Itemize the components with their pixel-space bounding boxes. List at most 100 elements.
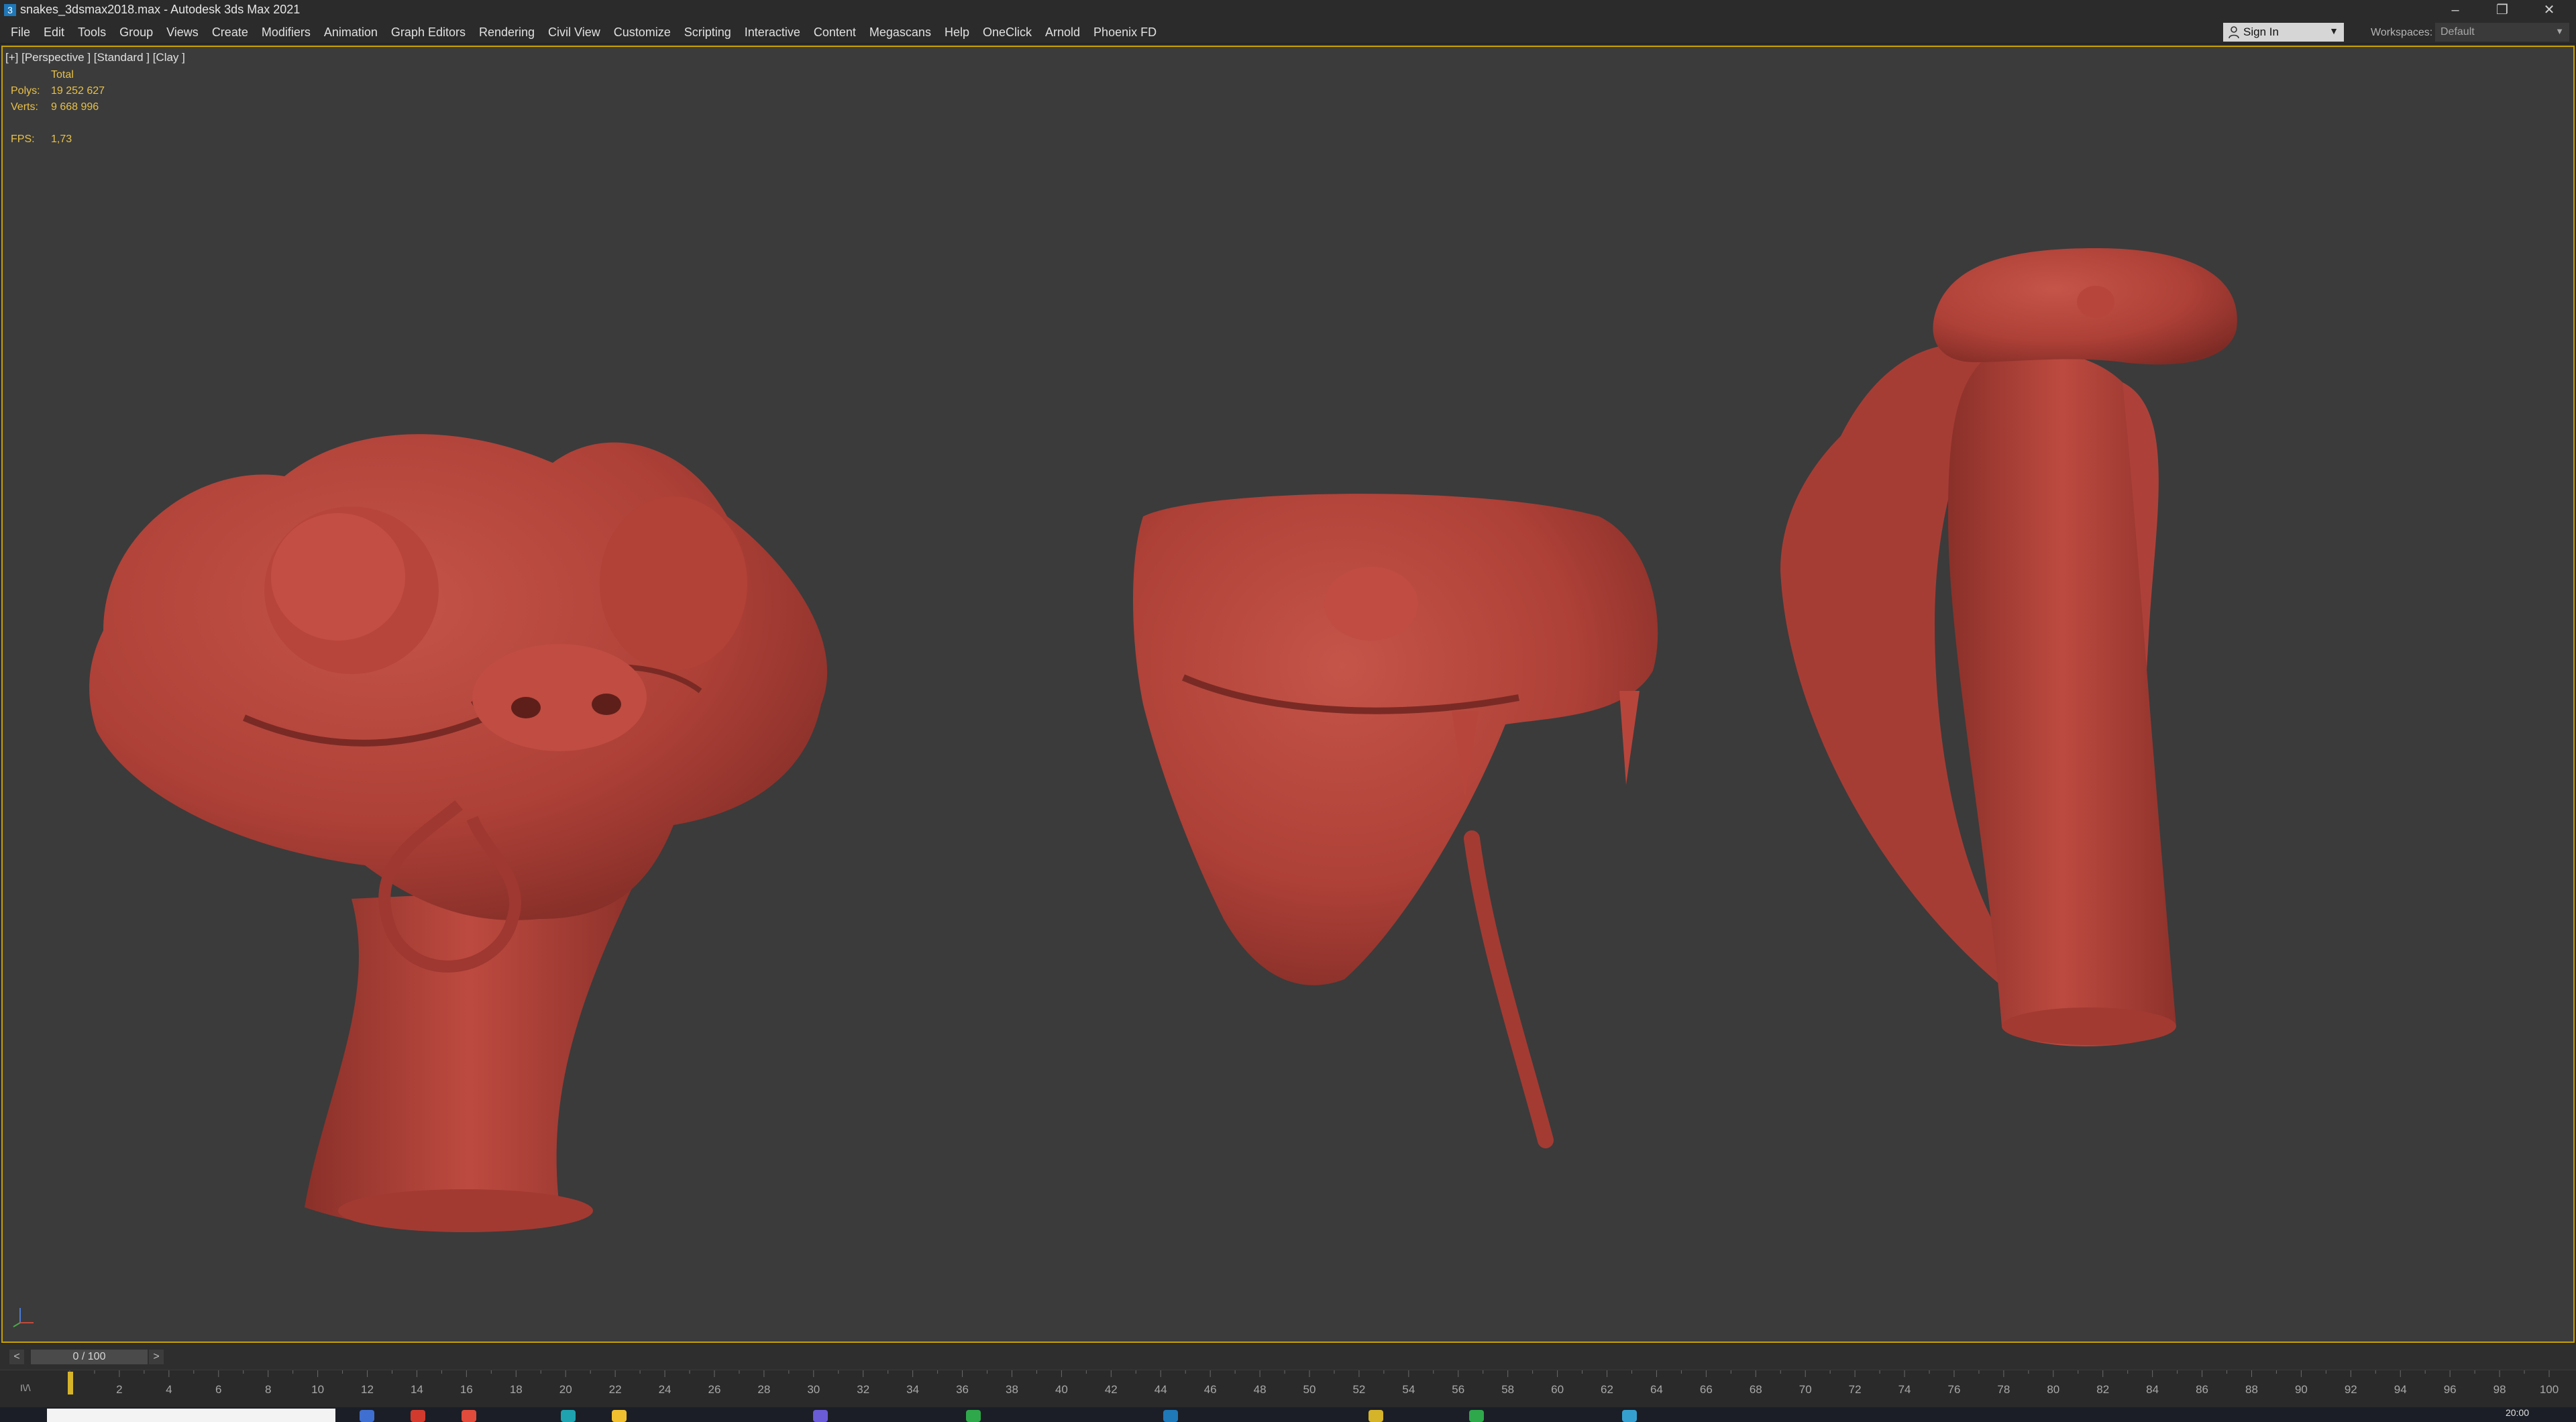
menu-interactive[interactable]: Interactive — [738, 25, 807, 40]
next-frame-button[interactable]: > — [149, 1350, 164, 1364]
timeline-tick-label: 64 — [1650, 1383, 1663, 1396]
taskbar-app-icon[interactable] — [1469, 1410, 1484, 1422]
taskbar-3dsmax-icon[interactable] — [1163, 1410, 1178, 1422]
timeline-tick-label: 8 — [265, 1383, 271, 1396]
chevron-down-icon: ▼ — [2329, 25, 2339, 36]
menu-bar: File Edit Tools Group Views Create Modifiers An… — [0, 21, 2576, 44]
timeline-tick-label: 80 — [2047, 1383, 2059, 1396]
taskbar-search-box[interactable] — [47, 1409, 335, 1422]
sign-in-label: Sign In — [2243, 25, 2279, 38]
timeline-tick-label: 16 — [460, 1383, 473, 1396]
menu-civil-view[interactable]: Civil View — [541, 25, 607, 40]
prev-frame-button[interactable]: < — [9, 1350, 24, 1364]
menu-create[interactable]: Create — [205, 25, 255, 40]
sign-in-dropdown[interactable]: Sign In ▼ — [2223, 23, 2344, 42]
timeline-tick-label: 78 — [1997, 1383, 2010, 1396]
menu-scripting[interactable]: Scripting — [678, 25, 738, 40]
cobra-snake-model[interactable] — [1780, 248, 2237, 1046]
timeline-tick-label: 14 — [411, 1383, 423, 1396]
axis-tripod-icon — [13, 1308, 34, 1327]
current-frame-marker[interactable] — [68, 1372, 73, 1394]
timeline-tick-label: 100 — [2540, 1383, 2559, 1396]
timeline-tick-label: 4 — [166, 1383, 172, 1396]
menu-animation[interactable]: Animation — [317, 25, 384, 40]
menu-views[interactable]: Views — [160, 25, 205, 40]
minimize-button[interactable]: – — [2435, 0, 2475, 21]
track-bar[interactable]: 2 4 6 8 10 12 14 16 18 20 22 24 26 28 30 32 34 36 38 40 42 44… — [0, 1370, 2576, 1408]
menu-tools[interactable]: Tools — [71, 25, 113, 40]
time-slider[interactable]: 0 / 100 — [31, 1350, 148, 1364]
user-icon — [2229, 26, 2239, 39]
verts-label: Verts: — [11, 101, 38, 113]
timeline-tick-label: 38 — [1006, 1383, 1018, 1396]
timeline-tick-label: 76 — [1947, 1383, 1960, 1396]
menu-content[interactable]: Content — [807, 25, 863, 40]
timeline-tick-label: 98 — [2493, 1383, 2506, 1396]
menu-customize[interactable]: Customize — [607, 25, 678, 40]
timeline-tick-label: 74 — [1898, 1383, 1911, 1396]
timeline-tick-label: 82 — [2096, 1383, 2109, 1396]
close-button[interactable]: ✕ — [2529, 0, 2569, 21]
app-icon: 3 — [4, 4, 16, 16]
timeline-tick-label: 68 — [1750, 1383, 1762, 1396]
menu-help[interactable]: Help — [938, 25, 976, 40]
menu-modifiers[interactable]: Modifiers — [255, 25, 317, 40]
timeline-tick-label: 20 — [559, 1383, 572, 1396]
viewport-label[interactable]: [+] [Perspective ] [Standard ] [Clay ] — [5, 51, 185, 64]
timeline-tick-label: 34 — [906, 1383, 919, 1396]
workspaces-select[interactable]: Default ▼ — [2435, 23, 2569, 42]
timeline-tick-label: 6 — [215, 1383, 221, 1396]
taskbar-app-icon[interactable] — [612, 1410, 627, 1422]
viper-snake-model[interactable] — [1133, 494, 1658, 1148]
timeline-tick-label: 46 — [1204, 1383, 1217, 1396]
windows-taskbar: 20:00 — [0, 1407, 2576, 1422]
chevron-down-icon: ▼ — [2555, 26, 2564, 36]
perspective-viewport[interactable]: [+] [Perspective ] [Standard ] [Clay ] T… — [1, 46, 2575, 1343]
timeline-tick-label: 88 — [2245, 1383, 2258, 1396]
menu-arnold[interactable]: Arnold — [1038, 25, 1087, 40]
taskbar-app-icon[interactable] — [462, 1410, 476, 1422]
menu-megascans[interactable]: Megascans — [863, 25, 938, 40]
timeline-tick-label: 86 — [2196, 1383, 2208, 1396]
timeline-tick-label: 2 — [116, 1383, 122, 1396]
timeline-tick-label: 62 — [1601, 1383, 1613, 1396]
menu-graph-editors[interactable]: Graph Editors — [384, 25, 472, 40]
menu-rendering[interactable]: Rendering — [472, 25, 541, 40]
taskbar-app-icon[interactable] — [1622, 1410, 1637, 1422]
timeline-tick-label: 58 — [1501, 1383, 1514, 1396]
timeline-tick-label: 90 — [2295, 1383, 2308, 1396]
timeline-tick-label: 70 — [1799, 1383, 1812, 1396]
polys-label: Polys: — [11, 85, 40, 97]
restore-button[interactable]: ❐ — [2482, 0, 2522, 21]
taskbar-app-icon[interactable] — [966, 1410, 981, 1422]
taskbar-app-icon[interactable] — [561, 1410, 576, 1422]
taskbar-app-icon[interactable] — [411, 1410, 425, 1422]
timeline-tick-label: 60 — [1551, 1383, 1564, 1396]
window-title: snakes_3dsmax2018.max - Autodesk 3ds Max… — [20, 3, 301, 16]
timeline-tick-label: 72 — [1849, 1383, 1862, 1396]
timeline-tick-label: 96 — [2444, 1383, 2457, 1396]
fps-label: FPS: — [11, 133, 35, 145]
taskbar-app-icon[interactable] — [1368, 1410, 1383, 1422]
menu-group[interactable]: Group — [113, 25, 160, 40]
key-mode-toggle[interactable]: I\/\ — [20, 1382, 31, 1393]
timeline-tick-label: 66 — [1700, 1383, 1713, 1396]
polys-value: 19 252 627 — [51, 85, 105, 97]
cartoon-snake-model[interactable] — [89, 434, 828, 1232]
timeline-tick-label: 12 — [361, 1383, 374, 1396]
time-slider-bar: < 0 / 100 > — [0, 1344, 2576, 1370]
timeline-tick-label: 84 — [2146, 1383, 2159, 1396]
taskbar-app-icon[interactable] — [813, 1410, 828, 1422]
title-bar: 3 snakes_3dsmax2018.max - Autodesk 3ds M… — [0, 0, 2576, 21]
workspaces-label: Workspaces: — [2371, 27, 2433, 38]
menu-edit[interactable]: Edit — [37, 25, 71, 40]
taskbar-app-icon[interactable] — [360, 1410, 374, 1422]
timeline-tick-label: 92 — [2345, 1383, 2357, 1396]
timeline-tick-label: 40 — [1055, 1383, 1068, 1396]
timeline-tick-label: 24 — [659, 1383, 672, 1396]
menu-phoenix-fd[interactable]: Phoenix FD — [1087, 25, 1163, 40]
timeline-tick-label: 44 — [1155, 1383, 1167, 1396]
menu-file[interactable]: File — [4, 25, 37, 40]
fps-value: 1,73 — [51, 133, 72, 145]
menu-oneclick[interactable]: OneClick — [976, 25, 1038, 40]
